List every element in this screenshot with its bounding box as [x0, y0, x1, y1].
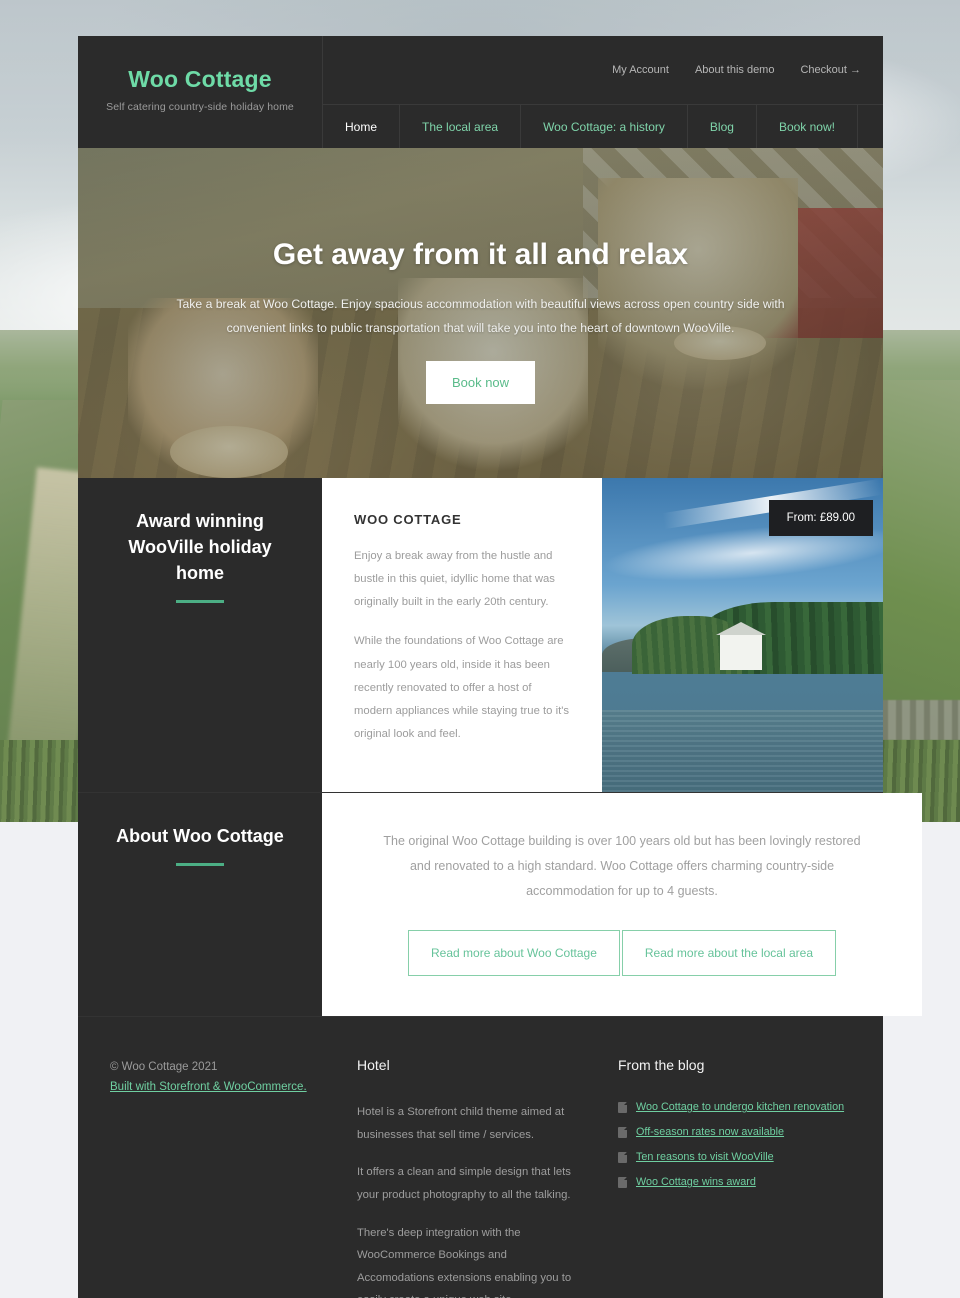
footer-hotel-paragraph-2: It offers a clean and simple design that… — [357, 1166, 571, 1202]
footer-column-hotel: Hotel Hotel is a Storefront child theme … — [322, 1057, 582, 1298]
hero-title: Get away from it all and relax — [272, 238, 689, 271]
about-heading-column: About Woo Cottage — [78, 793, 322, 1017]
list-item: Woo Cottage wins award — [618, 1176, 883, 1188]
price-badge: From: £89.00 — [768, 500, 873, 536]
blog-link[interactable]: Ten reasons to visit WooVille — [636, 1151, 774, 1163]
about-buttons: Read more about Woo Cottage Read more ab… — [408, 930, 836, 977]
document-icon — [618, 1176, 627, 1188]
secondary-navigation: My Account About this demo Checkout → — [323, 36, 883, 104]
about-paragraph: The original Woo Cottage building is ove… — [383, 834, 861, 899]
about-section-heading: About Woo Cottage — [116, 826, 284, 847]
list-item: Off-season rates now available — [618, 1126, 883, 1138]
site-footer: © Woo Cottage 2021 Built with Storefront… — [78, 1017, 883, 1298]
product-text: WOO COTTAGE Enjoy a break away from the … — [322, 478, 602, 792]
footer-copyright: © Woo Cottage 2021 — [110, 1061, 218, 1074]
product-image-lake-cottage[interactable]: From: £89.00 — [602, 478, 883, 793]
nav-woo-cottage-a-history[interactable]: Woo Cottage: a history — [521, 105, 688, 148]
image-lake-water — [602, 710, 883, 793]
site-container: Woo Cottage Self catering country-side h… — [78, 36, 922, 1298]
product-body: WOO COTTAGE Enjoy a break away from the … — [322, 478, 883, 793]
footer-column-copyright: © Woo Cottage 2021 Built with Storefront… — [78, 1057, 322, 1298]
document-icon — [618, 1151, 627, 1163]
nav-book-now[interactable]: Book now! — [757, 105, 858, 148]
image-white-cottage — [716, 622, 766, 670]
heading-underline — [176, 863, 224, 867]
hero-subtitle: Take a break at Woo Cottage. Enjoy spaci… — [176, 297, 785, 336]
site-title[interactable]: Woo Cottage — [78, 66, 322, 94]
footer-blog-heading: From the blog — [618, 1057, 705, 1074]
nav-checkout[interactable]: Checkout → — [800, 64, 861, 76]
blog-link[interactable]: Woo Cottage wins award — [636, 1176, 756, 1188]
footer-hotel-paragraph-1: Hotel is a Storefront child theme aimed … — [357, 1106, 565, 1141]
list-item: Ten reasons to visit WooVille — [618, 1151, 883, 1163]
heading-underline — [176, 600, 224, 604]
blog-link[interactable]: Off-season rates now available — [636, 1126, 784, 1138]
product-paragraph-2: While the foundations of Woo Cottage are… — [354, 635, 570, 741]
footer-hotel-heading: Hotel — [357, 1057, 390, 1074]
product-section: Award winning WooVille holiday home WOO … — [78, 478, 883, 793]
product-paragraph-1: Enjoy a break away from the hustle and b… — [354, 550, 555, 609]
footer-built-with-link[interactable]: Built with Storefront & WooCommerce. — [110, 1081, 307, 1093]
footer-column-blog: From the blog Woo Cottage to undergo kit… — [582, 1057, 883, 1298]
primary-navigation: Home The local area Woo Cottage: a histo… — [323, 104, 883, 148]
product-heading-column: Award winning WooVille holiday home — [78, 478, 322, 793]
hero-content: Get away from it all and relax Take a br… — [78, 148, 883, 478]
footer-hotel-paragraph-3: There's deep integration with the WooCom… — [357, 1226, 572, 1298]
hero-book-now-button[interactable]: Book now — [425, 360, 536, 404]
about-section: About Woo Cottage The original Woo Cotta… — [78, 793, 922, 1017]
about-body: The original Woo Cottage building is ove… — [322, 793, 922, 1017]
header-right: My Account About this demo Checkout → Ho… — [322, 36, 883, 148]
site-header: Woo Cottage Self catering country-side h… — [78, 36, 883, 148]
list-item: Woo Cottage to undergo kitchen renovatio… — [618, 1101, 883, 1113]
nav-about-this-demo[interactable]: About this demo — [695, 64, 775, 76]
document-icon — [618, 1126, 627, 1138]
blog-link[interactable]: Woo Cottage to undergo kitchen renovatio… — [636, 1101, 844, 1113]
nav-home[interactable]: Home — [323, 105, 401, 148]
nav-the-local-area[interactable]: The local area — [400, 105, 522, 148]
footer-blog-list: Woo Cottage to undergo kitchen renovatio… — [618, 1101, 883, 1188]
product-section-heading: Award winning WooVille holiday home — [128, 511, 272, 584]
hero-banner: Get away from it all and relax Take a br… — [78, 148, 883, 478]
site-branding[interactable]: Woo Cottage Self catering country-side h… — [78, 36, 322, 148]
nav-blog[interactable]: Blog — [688, 105, 757, 148]
read-more-local-area-button[interactable]: Read more about the local area — [621, 930, 836, 977]
document-icon — [618, 1101, 627, 1113]
site-tagline: Self catering country-side holiday home — [106, 100, 294, 113]
product-title: WOO COTTAGE — [354, 512, 462, 527]
nav-my-account[interactable]: My Account — [612, 64, 669, 76]
read-more-woo-cottage-button[interactable]: Read more about Woo Cottage — [408, 930, 620, 977]
